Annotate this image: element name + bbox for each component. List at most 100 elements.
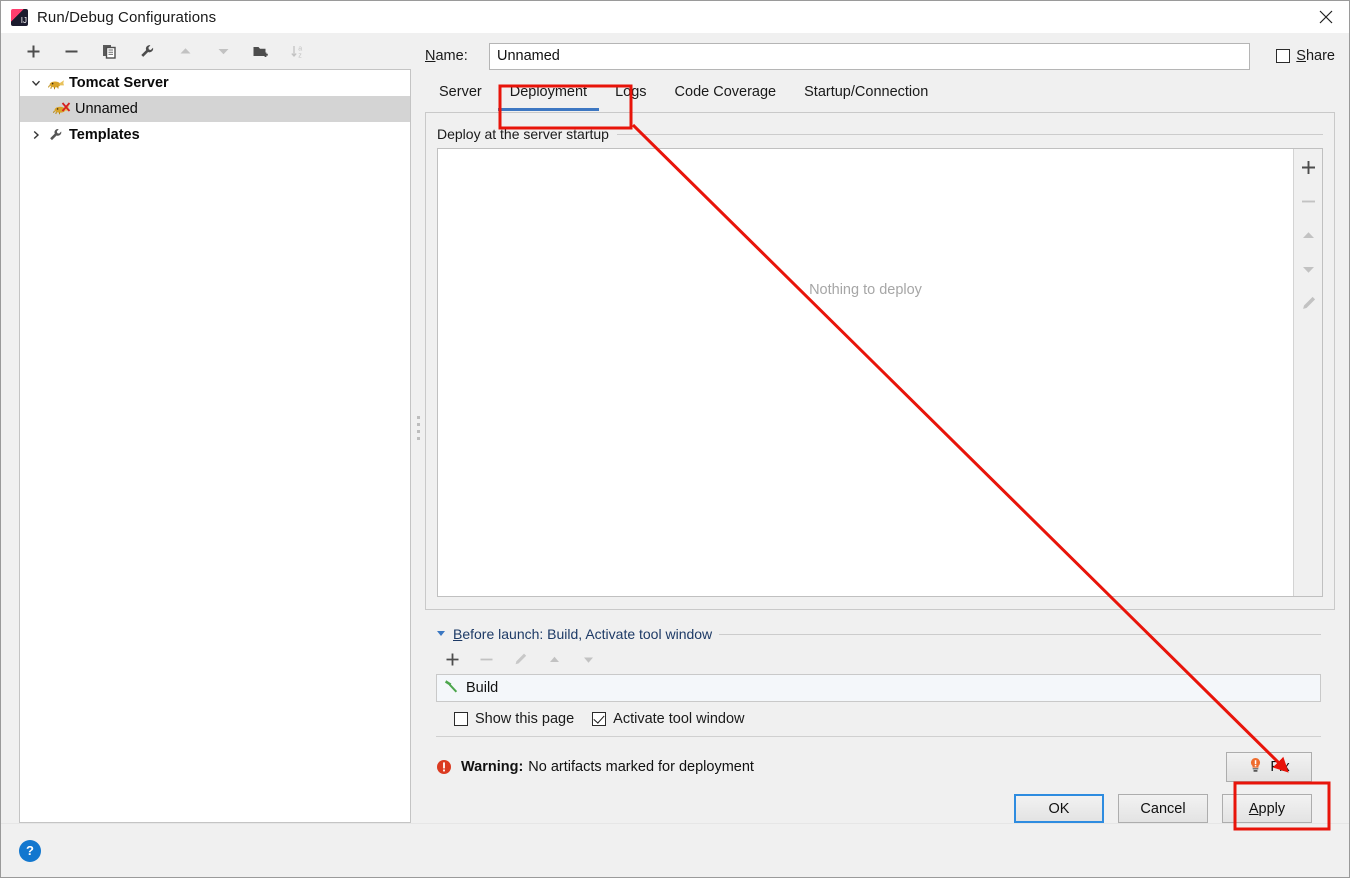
deploy-group-title: Deploy at the server startup (437, 126, 609, 142)
run-debug-configurations-dialog: Run/Debug Configurations (0, 0, 1350, 878)
apply-mnemonic: A (1248, 800, 1259, 817)
apply-button[interactable]: Apply (1222, 794, 1312, 823)
dialog-buttons: OK Cancel Apply (436, 787, 1321, 823)
close-icon[interactable] (1303, 1, 1349, 33)
build-hammer-icon (443, 678, 459, 699)
share-label-rest: hare (1305, 48, 1335, 64)
before-launch-toolbar (436, 644, 1321, 674)
tab-logs[interactable]: Logs (601, 71, 660, 112)
warning-label: Warning: (461, 759, 524, 775)
move-artifact-down-button (1298, 259, 1318, 279)
configurations-pane: a z Tomcat Server Unnamed Templates (1, 33, 411, 823)
add-configuration-button[interactable] (23, 41, 43, 61)
arrow-up-icon (175, 41, 195, 61)
task-move-up-button (544, 649, 564, 669)
title-bar: Run/Debug Configurations (1, 1, 1349, 33)
move-artifact-up-button (1298, 225, 1318, 245)
tree-node-label: Templates (69, 127, 140, 143)
edit-artifact-pencil-icon (1298, 293, 1318, 313)
chevron-right-icon[interactable] (26, 125, 46, 145)
folder-add-icon[interactable] (251, 41, 271, 61)
ok-button[interactable]: OK (1014, 794, 1104, 823)
tab-server[interactable]: Server (425, 71, 496, 112)
triangle-down-icon[interactable] (436, 625, 446, 643)
name-label: Name: (425, 48, 481, 64)
before-launch-title: Before launch: Build, Activate tool wind… (453, 626, 712, 642)
group-separator-line (616, 133, 1323, 135)
tab-deployment[interactable]: Deployment (496, 71, 601, 112)
configurations-toolbar: a z (1, 33, 411, 69)
deployment-list-toolbar (1294, 149, 1322, 596)
before-launch-options: Show this page Activate tool window (436, 702, 1321, 736)
before-launch-task-label: Build (466, 680, 499, 696)
share-checkbox[interactable]: Share (1276, 48, 1335, 64)
tree-node-unnamed[interactable]: Unnamed (20, 96, 410, 122)
show-this-page-checkbox-box[interactable] (454, 712, 468, 726)
nothing-to-deploy-label: Nothing to deploy (809, 282, 922, 298)
share-label: Share (1296, 48, 1335, 64)
splitter-grip (416, 416, 420, 440)
activate-tool-window-checkbox[interactable]: Activate tool window (592, 711, 745, 727)
before-launch-title-rest: efore launch: Build, Activate tool windo… (462, 626, 713, 642)
dialog-footer: Warning: No artifacts marked for deploym… (425, 736, 1335, 823)
copy-configuration-button[interactable] (99, 41, 119, 61)
deployment-artifacts-area: Nothing to deploy (437, 148, 1323, 597)
tree-node-label: Tomcat Server (69, 75, 169, 91)
fix-button-label: Fix (1270, 759, 1290, 775)
wrench-icon[interactable] (137, 41, 157, 61)
before-launch-section: Before launch: Build, Activate tool wind… (425, 610, 1335, 736)
deployment-tab-panel: Deploy at the server startup Nothing to … (425, 112, 1335, 610)
tomcat-error-icon (52, 100, 72, 118)
fix-button[interactable]: Fix (1226, 752, 1312, 782)
remove-artifact-button (1298, 191, 1318, 211)
share-mnemonic: S (1296, 48, 1306, 64)
tomcat-icon (46, 74, 66, 92)
editor-tabs: Server Deployment Logs Code Coverage Sta… (425, 71, 1335, 112)
share-checkbox-box[interactable] (1276, 49, 1291, 63)
activate-tool-window-checkbox-box[interactable] (592, 712, 607, 726)
configuration-editor-pane: Name: Share Server Deployment Logs Code … (425, 33, 1349, 823)
name-input[interactable] (489, 42, 1251, 70)
bottom-bar: ? (1, 823, 1349, 877)
help-icon[interactable]: ? (19, 839, 41, 862)
window-title: Run/Debug Configurations (37, 8, 217, 26)
chevron-down-icon[interactable] (26, 73, 46, 93)
svg-text:z: z (298, 52, 302, 59)
configurations-tree[interactable]: Tomcat Server Unnamed Templates (19, 69, 411, 823)
task-move-down-button (578, 649, 598, 669)
footer-separator (436, 736, 1321, 737)
activate-tool-window-label: Activate tool window (613, 711, 745, 727)
lightbulb-icon (1248, 757, 1263, 777)
tree-node-tomcat-server[interactable]: Tomcat Server (20, 70, 410, 96)
tab-code-coverage[interactable]: Code Coverage (661, 71, 791, 112)
arrow-down-icon (213, 41, 233, 61)
tree-node-templates[interactable]: Templates (20, 122, 410, 148)
before-launch-separator-line (719, 633, 1321, 635)
name-row: Name: Share (425, 33, 1335, 71)
add-artifact-button[interactable] (1298, 157, 1318, 177)
name-label-rest: ame: (435, 48, 468, 64)
before-launch-header[interactable]: Before launch: Build, Activate tool wind… (436, 624, 1321, 644)
before-launch-mnemonic: B (453, 626, 463, 642)
name-mnemonic: N (425, 48, 436, 64)
edit-task-pencil-icon (510, 649, 530, 669)
remove-task-button (476, 649, 496, 669)
apply-label-rest: pply (1258, 800, 1286, 817)
deployment-artifacts-list[interactable]: Nothing to deploy (438, 149, 1294, 596)
warning-message: No artifacts marked for deployment (528, 759, 754, 775)
tab-startup-connection[interactable]: Startup/Connection (790, 71, 942, 112)
intellij-idea-icon (11, 8, 28, 26)
remove-configuration-button[interactable] (61, 41, 81, 61)
show-this-page-checkbox[interactable]: Show this page (454, 711, 574, 727)
add-task-button[interactable] (442, 649, 462, 669)
dialog-body: a z Tomcat Server Unnamed Templates Name… (1, 33, 1349, 823)
wrench-icon (46, 126, 66, 144)
pane-splitter[interactable] (411, 33, 425, 823)
warning-row: Warning: No artifacts marked for deploym… (436, 747, 1321, 787)
tree-node-label: Unnamed (75, 101, 138, 117)
error-circle-icon (436, 759, 452, 775)
before-launch-task-list[interactable]: Build (436, 674, 1321, 702)
show-this-page-label: Show this page (475, 711, 575, 727)
sort-alpha-icon: a z (289, 41, 309, 61)
cancel-button[interactable]: Cancel (1118, 794, 1208, 823)
